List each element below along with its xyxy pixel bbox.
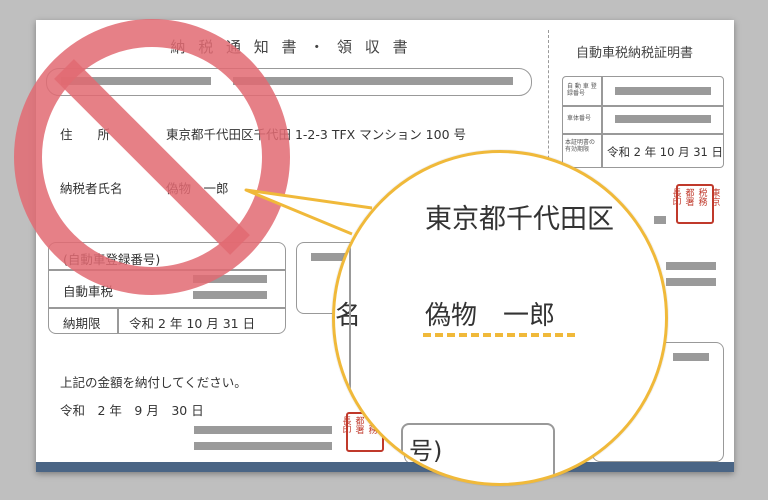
zoomed-name: 偽物 一郎: [425, 301, 556, 331]
name-highlight-underline: [423, 333, 575, 337]
zoomed-paren: 号): [409, 437, 443, 465]
zoomed-box-edge: [335, 243, 351, 393]
zoomed-address: 東京都千代田区: [425, 204, 614, 235]
magnifier-callout: 東京都千代田区 名 偽物 一郎 号): [332, 150, 668, 486]
stage: 納 税 通 知 書 ・ 領 収 書 自動車税納税証明書 住 所 東京都千代田区千…: [0, 0, 768, 500]
